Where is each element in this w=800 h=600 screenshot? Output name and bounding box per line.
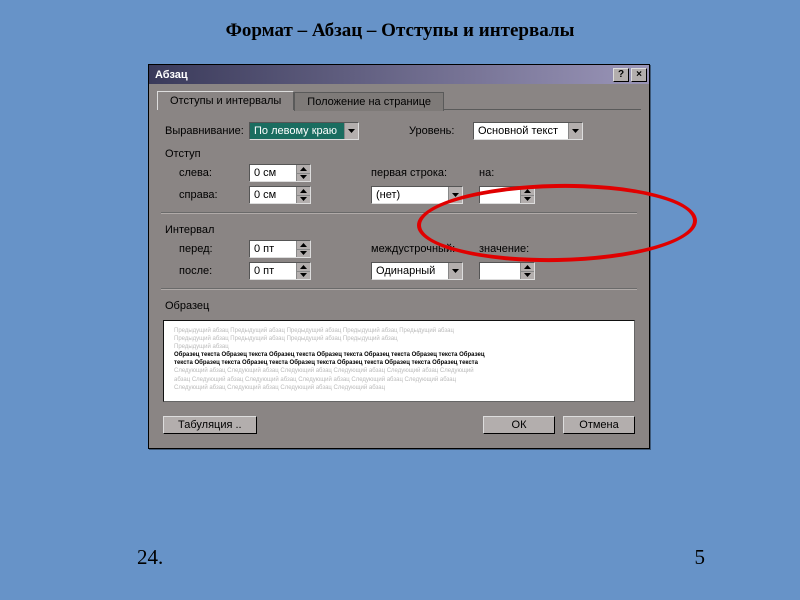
- ok-button[interactable]: ОК: [483, 416, 555, 434]
- indent-left-value: 0 см: [250, 167, 296, 179]
- footer-left: 24.: [137, 545, 163, 570]
- line-spacing-label: междустрочный:: [371, 243, 467, 255]
- spacing-after-spin[interactable]: 0 пт: [249, 262, 311, 280]
- indent-left-label: слева:: [157, 167, 227, 179]
- spin-down-icon[interactable]: [297, 196, 310, 204]
- preview-line: абзац Следующий абзац Следующий абзац Сл…: [174, 376, 624, 384]
- tab-strip: Отступы и интервалы Положение на страниц…: [157, 90, 641, 110]
- level-combo[interactable]: Основной текст: [473, 122, 583, 140]
- chevron-down-icon[interactable]: [344, 123, 358, 139]
- preview-box: Предыдущий абзац Предыдущий абзац Предыд…: [163, 320, 635, 402]
- spin-buttons[interactable]: [296, 241, 310, 257]
- preview-line: Предыдущий абзац Предыдущий абзац Предыд…: [174, 335, 624, 343]
- chevron-down-icon[interactable]: [448, 263, 462, 279]
- close-button[interactable]: ×: [631, 68, 647, 82]
- help-button[interactable]: ?: [613, 68, 629, 82]
- spin-up-icon[interactable]: [521, 263, 534, 272]
- slide-title: Формат – Абзац – Отступы и интервалы: [0, 0, 800, 52]
- spin-down-icon[interactable]: [521, 272, 534, 280]
- alignment-value: По левому краю: [250, 125, 344, 137]
- tab-page-position[interactable]: Положение на странице: [294, 92, 444, 111]
- preview-line: Предыдущий абзац: [174, 343, 624, 351]
- spin-buttons[interactable]: [296, 263, 310, 279]
- preview-line: Предыдущий абзац Предыдущий абзац Предыд…: [174, 327, 624, 335]
- level-label: Уровень:: [409, 125, 473, 137]
- preview-label: Образец: [157, 296, 641, 314]
- spin-buttons[interactable]: [296, 187, 310, 203]
- firstline-combo[interactable]: (нет): [371, 186, 463, 204]
- spacing-before-value: 0 пт: [250, 243, 296, 255]
- cancel-button[interactable]: Отмена: [563, 416, 635, 434]
- spin-buttons[interactable]: [520, 187, 534, 203]
- spin-up-icon[interactable]: [297, 263, 310, 272]
- chevron-down-icon[interactable]: [448, 187, 462, 203]
- spacing-after-value: 0 пт: [250, 265, 296, 277]
- chevron-down-icon[interactable]: [568, 123, 582, 139]
- firstline-label: первая строка:: [371, 167, 467, 179]
- firstline-value: (нет): [372, 189, 448, 201]
- button-row: Табуляция .. ОК Отмена: [157, 412, 641, 440]
- indent-by-spin[interactable]: [479, 186, 535, 204]
- spin-down-icon[interactable]: [297, 272, 310, 280]
- indent-right-label: справа:: [157, 189, 227, 201]
- spin-down-icon[interactable]: [521, 196, 534, 204]
- indent-group-label: Отступ: [157, 144, 641, 162]
- tabs-button[interactable]: Табуляция ..: [163, 416, 257, 434]
- dialog-body: Отступы и интервалы Положение на страниц…: [149, 84, 649, 448]
- preview-line: Следующий абзац Следующий абзац Следующи…: [174, 384, 624, 392]
- spacing-group-label: Интервал: [157, 220, 641, 238]
- preview-line: Образец текста Образец текста Образец те…: [174, 351, 624, 359]
- spacing-before-spin[interactable]: 0 пт: [249, 240, 311, 258]
- preview-line: текста Образец текста Образец текста Обр…: [174, 359, 624, 367]
- indent-left-spin[interactable]: 0 см: [249, 164, 311, 182]
- line-spacing-combo[interactable]: Одинарный: [371, 262, 463, 280]
- spacing-after-label: после:: [157, 265, 227, 277]
- tab-indents-spacing[interactable]: Отступы и интервалы: [157, 91, 294, 110]
- spin-up-icon[interactable]: [521, 187, 534, 196]
- alignment-label: Выравнивание:: [157, 125, 249, 137]
- spacing-before-label: перед:: [157, 243, 227, 255]
- indent-right-spin[interactable]: 0 см: [249, 186, 311, 204]
- spin-up-icon[interactable]: [297, 187, 310, 196]
- indent-right-value: 0 см: [250, 189, 296, 201]
- preview-line: Следующий абзац Следующий абзац Следующи…: [174, 367, 624, 375]
- spin-buttons[interactable]: [520, 263, 534, 279]
- level-value: Основной текст: [474, 125, 568, 137]
- spin-up-icon[interactable]: [297, 241, 310, 250]
- footer-right: 5: [695, 545, 706, 570]
- spin-down-icon[interactable]: [297, 250, 310, 258]
- spacing-at-spin[interactable]: [479, 262, 535, 280]
- spin-buttons[interactable]: [296, 165, 310, 181]
- indent-by-label: на:: [479, 167, 527, 179]
- spacing-at-label: значение:: [479, 243, 535, 255]
- titlebar[interactable]: Абзац ? ×: [149, 65, 649, 84]
- line-spacing-value: Одинарный: [372, 265, 448, 277]
- paragraph-dialog: Абзац ? × Отступы и интервалы Положение …: [148, 64, 650, 449]
- spin-down-icon[interactable]: [297, 174, 310, 182]
- dialog-title: Абзац: [155, 69, 188, 81]
- spin-up-icon[interactable]: [297, 165, 310, 174]
- alignment-combo[interactable]: По левому краю: [249, 122, 359, 140]
